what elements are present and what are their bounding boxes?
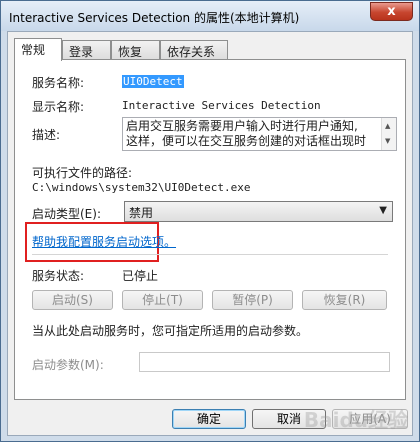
tab-logon[interactable]: 登录 [62, 40, 111, 60]
description-scrollbar[interactable]: ▲ ▼ [381, 118, 396, 150]
general-panel: 服务名称: UI0Detect 显示名称: Interactive Servic… [14, 59, 406, 400]
tab-recovery[interactable]: 恢复 [111, 40, 160, 60]
scroll-up-icon[interactable]: ▲ [385, 119, 390, 134]
resume-button[interactable]: 恢复(R) [302, 290, 387, 310]
help-configure-link[interactable]: 帮助我配置服务启动选项。 [32, 233, 176, 250]
exe-path-value[interactable]: C:\windows\system32\UI0Detect.exe [32, 181, 251, 194]
ok-button[interactable]: 确定 [172, 409, 246, 429]
start-button[interactable]: 启动(S) [32, 290, 113, 310]
watermark: Baidu经验 [303, 408, 408, 432]
stop-button[interactable]: 停止(T) [122, 290, 203, 310]
scroll-down-icon[interactable]: ▼ [385, 134, 390, 149]
divider [32, 254, 388, 255]
service-status-label: 服务状态: [32, 269, 85, 283]
startup-type-value: 禁用 [129, 206, 154, 220]
chevron-down-icon: ▼ [379, 205, 387, 216]
description-line-1: 启用交互服务需要用户输入时进行用户通知, [126, 119, 358, 133]
start-params-label: 启动参数(M): [32, 358, 104, 372]
service-name-label: 服务名称: [32, 76, 85, 90]
exe-path-label: 可执行文件的路径: [32, 166, 133, 180]
tab-dependencies[interactable]: 依存关系 [160, 40, 228, 60]
service-name-value[interactable]: UI0Detect [122, 75, 184, 88]
service-name-value-wrap: UI0Detect [122, 75, 184, 88]
description-label: 描述: [32, 128, 61, 142]
service-status-value: 已停止 [122, 269, 159, 283]
display-name-label: 显示名称: [32, 100, 85, 114]
display-name-value[interactable]: Interactive Services Detection [122, 99, 321, 112]
close-button[interactable]: x [370, 2, 413, 21]
window-title: Interactive Services Detection 的属性(本地计算机… [9, 11, 300, 25]
startup-type-label: 启动类型(E): [32, 207, 101, 221]
pause-button[interactable]: 暂停(P) [212, 290, 293, 310]
dialog-client: 常规 登录 恢复 依存关系 服务名称: UI0Detect 显示名称: Inte… [7, 31, 413, 436]
service-properties-window: Interactive Services Detection 的属性(本地计算机… [0, 0, 420, 442]
start-params-input[interactable] [139, 352, 390, 372]
description-textbox[interactable]: 启用交互服务需要用户输入时进行用户通知, 这样，便可以在交互服务创建的对话框出现… [122, 117, 397, 151]
title-bar[interactable]: Interactive Services Detection 的属性(本地计算机… [1, 1, 419, 31]
tab-general[interactable]: 常规 [14, 38, 62, 61]
start-params-hint: 当从此处启动服务时，您可指定所适用的启动参数。 [32, 324, 309, 338]
startup-type-select[interactable]: 禁用 ▼ [124, 201, 393, 222]
description-line-2: 这样，便可以在交互服务创建的对话框出现时 [126, 134, 367, 148]
